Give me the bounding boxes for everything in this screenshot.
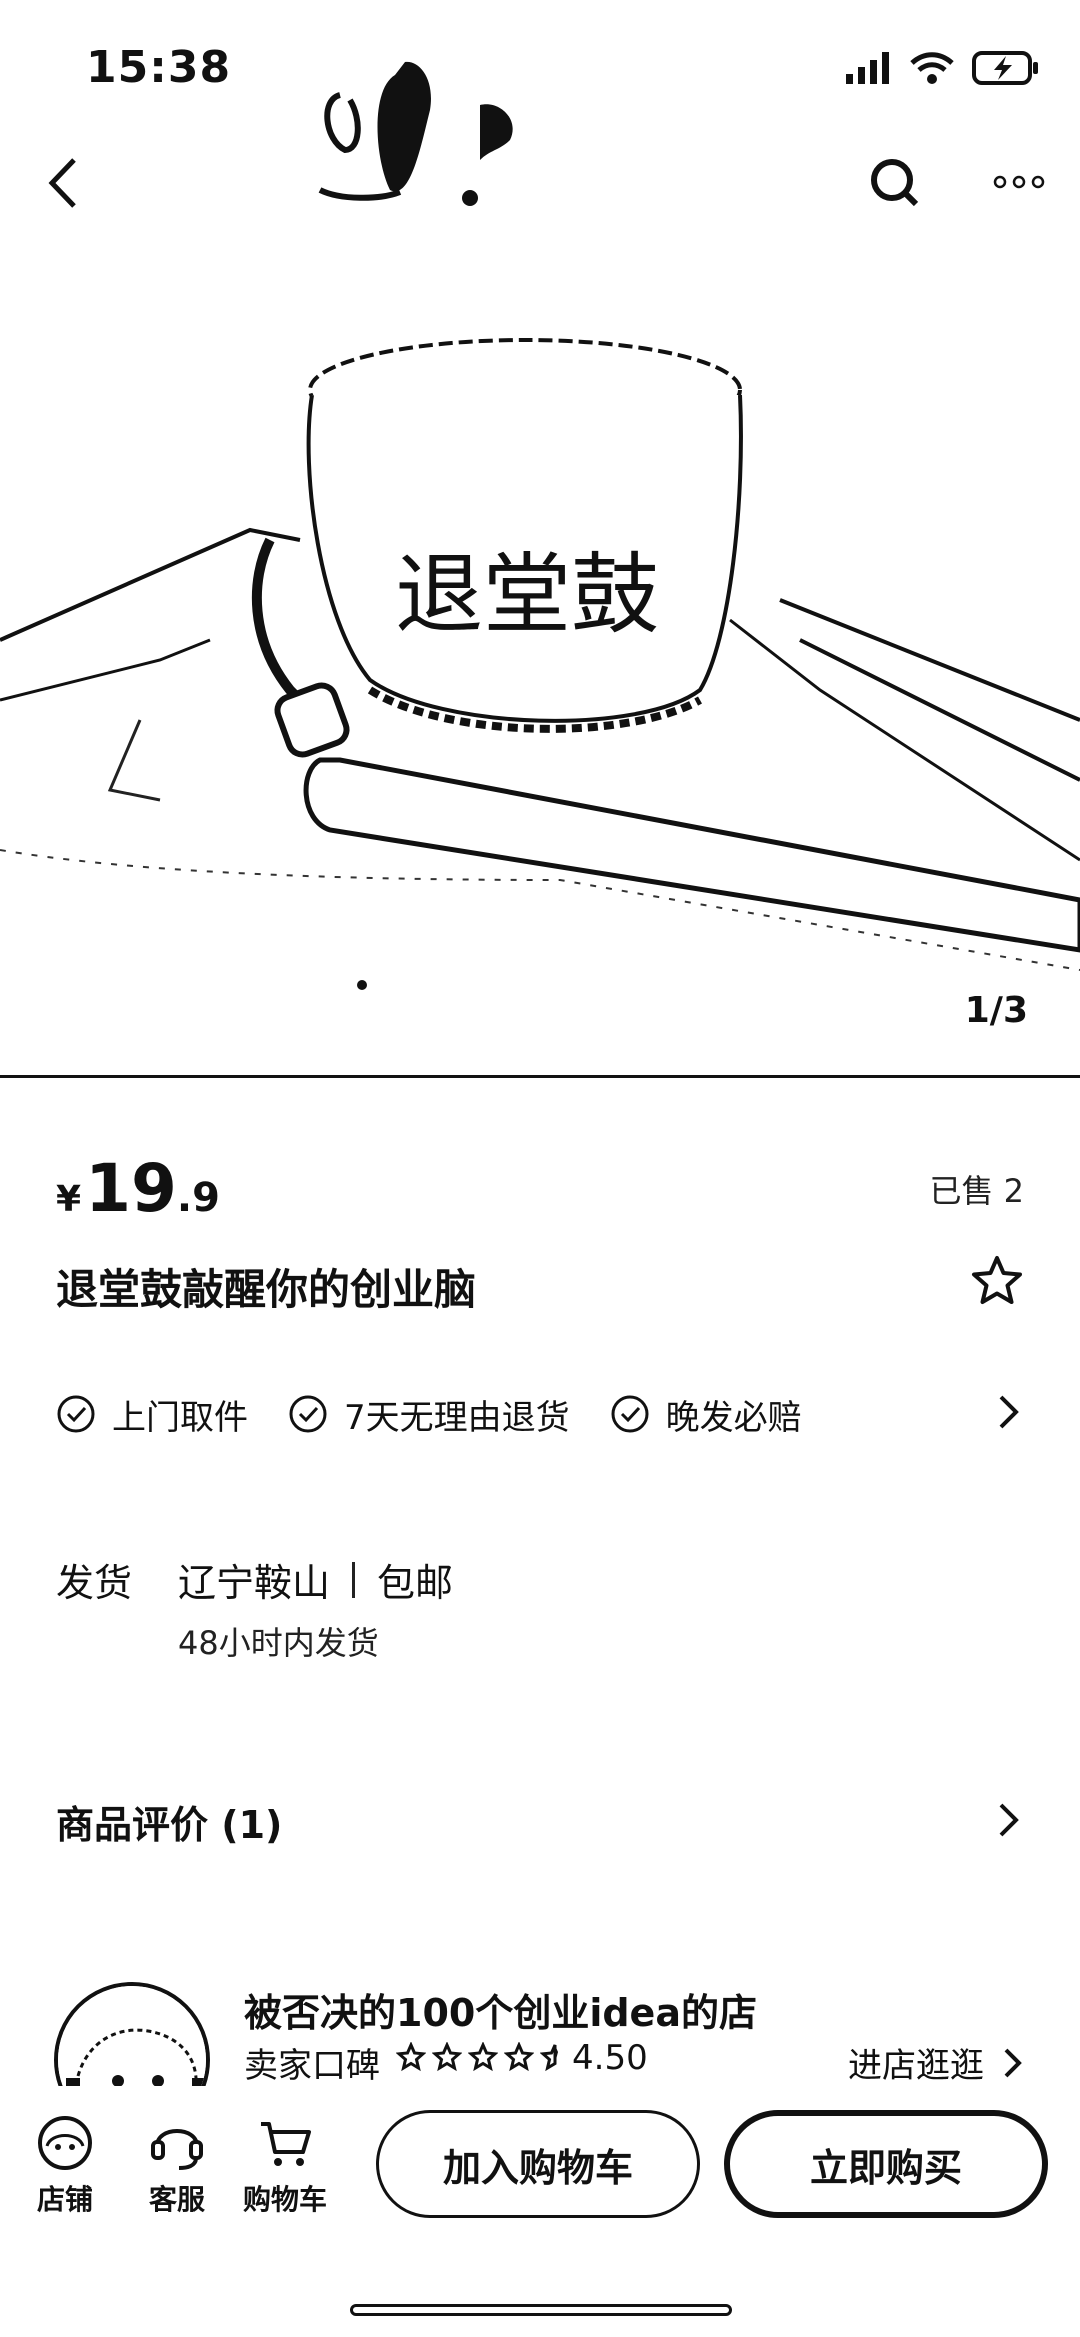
store-avatar-icon xyxy=(38,2116,92,2170)
shop-avatar-image xyxy=(58,1986,206,2086)
shop-rating-stars xyxy=(396,2042,570,2072)
product-title: 退堂鼓敲醒你的创业脑 xyxy=(56,1265,477,1314)
service-label: 客服 xyxy=(148,2183,205,2216)
price-integer: 19 xyxy=(85,1150,177,1227)
battery-charging-icon xyxy=(972,51,1038,85)
shop-rating-score: 4.50 xyxy=(572,2038,648,2078)
enter-shop-link[interactable]: 进店逛逛 xyxy=(848,2038,1024,2086)
divider xyxy=(352,1561,356,1598)
favorite-star-icon[interactable] xyxy=(970,1254,1024,1308)
check-circle-icon xyxy=(289,1395,327,1433)
guarantee-label: 7天无理由退货 xyxy=(344,1397,570,1438)
shop-rating-label: 卖家口碑 xyxy=(244,2046,380,2086)
more-icon[interactable] xyxy=(992,170,1046,194)
store-label: 店铺 xyxy=(36,2183,93,2216)
shop-avatar[interactable] xyxy=(54,1982,210,2086)
star-icon xyxy=(432,2042,462,2072)
guarantee-late-compensation: 晚发必赔 xyxy=(610,1390,802,1439)
wifi-icon xyxy=(910,52,954,84)
chevron-right-icon xyxy=(1004,2048,1022,2077)
drum-label: 退堂鼓 xyxy=(395,543,659,646)
shop-card[interactable]: 被否决的100个创业idea的店 卖家口碑 4.50 进店逛逛 xyxy=(0,1970,1080,2086)
shipping-origin: 辽宁鞍山 包邮 xyxy=(178,1552,453,1607)
star-icon xyxy=(504,2042,534,2072)
shop-name[interactable]: 被否决的100个创业idea的店 xyxy=(244,1982,757,2037)
chevron-right-icon[interactable] xyxy=(996,1800,1022,1840)
service-guarantees[interactable]: 上门取件 7天无理由退货 晚发必赔 xyxy=(56,1384,1026,1444)
shipping-location: 辽宁鞍山 xyxy=(178,1561,331,1605)
home-indicator xyxy=(350,2304,732,2316)
image-counter: 1/3 xyxy=(964,990,1028,1031)
enter-shop-label: 进店逛逛 xyxy=(848,2046,984,2086)
headset-icon xyxy=(151,2129,203,2170)
shipping-time: 48小时内发货 xyxy=(178,1624,379,1662)
check-circle-icon xyxy=(611,1395,649,1433)
price-decimal: .9 xyxy=(176,1175,220,1221)
store-tab[interactable]: 店铺 xyxy=(20,2114,110,2218)
bottom-action-bar: 店铺 客服 购物车 加入购物车 立即购买 xyxy=(0,2086,1080,2337)
back-icon[interactable] xyxy=(38,150,88,216)
price: ¥ 19 .9 xyxy=(56,1150,220,1227)
price-symbol: ¥ xyxy=(56,1179,82,1220)
customer-service-tab[interactable]: 客服 xyxy=(132,2114,222,2218)
reviews-row[interactable]: 商品评价 (1) xyxy=(56,1794,1026,1854)
shipping-fee: 包邮 xyxy=(377,1561,454,1605)
star-icon xyxy=(396,2042,426,2072)
reviews-label: 商品评价 (1) xyxy=(56,1803,283,1847)
shipping-label: 发货 xyxy=(56,1561,133,1605)
chevron-right-icon[interactable] xyxy=(996,1392,1022,1432)
cart-icon xyxy=(261,2122,311,2166)
status-time: 15:38 xyxy=(86,42,232,93)
check-circle-icon xyxy=(57,1395,95,1433)
add-to-cart-button[interactable]: 加入购物车 xyxy=(376,2110,700,2218)
star-icon xyxy=(468,2042,498,2072)
buy-now-button[interactable]: 立即购买 xyxy=(724,2110,1048,2218)
guarantee-label: 晚发必赔 xyxy=(665,1397,802,1438)
sold-count: 已售 2 xyxy=(929,1172,1024,1210)
guarantee-pickup: 上门取件 xyxy=(56,1390,248,1439)
status-bar: 15:38 xyxy=(0,0,1080,130)
cart-label: 购物车 xyxy=(242,2183,327,2216)
status-icons xyxy=(846,50,1040,86)
cart-tab[interactable]: 购物车 xyxy=(240,2114,330,2218)
half-star-icon xyxy=(540,2044,558,2072)
signal-icon xyxy=(846,52,889,84)
guarantee-return: 7天无理由退货 xyxy=(288,1390,570,1439)
search-icon[interactable] xyxy=(866,154,922,210)
guarantee-label: 上门取件 xyxy=(112,1397,248,1438)
